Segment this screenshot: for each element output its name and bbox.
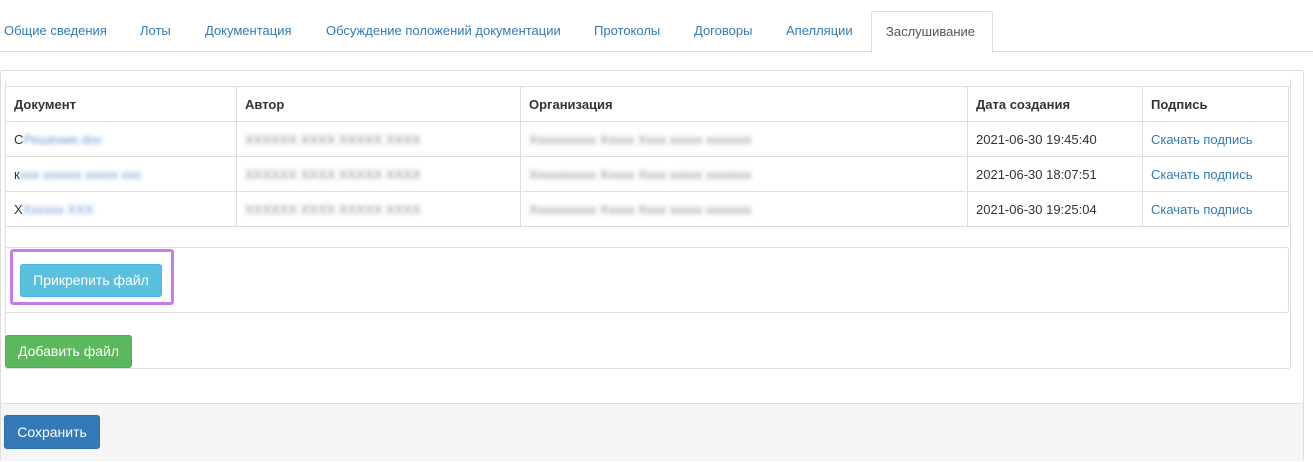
- document-first-char: к: [14, 166, 20, 182]
- document-link[interactable]: ххх хххххх ххххх ххх: [20, 167, 141, 182]
- table-header-row: Документ Автор Организация Дата создания…: [5, 86, 1289, 122]
- column-header-organization: Организация: [520, 86, 968, 122]
- document-cell[interactable]: ХХххххх ХХХ: [5, 191, 237, 227]
- author-name: ХХХХХХ ХХХХ ХХХХХ ХХХХ: [245, 201, 421, 217]
- panel-footer: Сохранить: [1, 403, 1303, 461]
- download-signature-link[interactable]: Скачать подпись: [1151, 132, 1253, 147]
- signature-cell: Скачать подпись: [1142, 156, 1289, 192]
- signature-cell: Скачать подпись: [1142, 191, 1289, 227]
- tab-lots[interactable]: Лоты: [126, 12, 185, 50]
- document-cell[interactable]: СРешение.doc: [5, 121, 237, 157]
- document-first-char: Х: [14, 201, 23, 217]
- tab-hearing[interactable]: Заслушивание: [871, 11, 993, 53]
- download-signature-link[interactable]: Скачать подпись: [1151, 167, 1253, 182]
- organization-name: Хххххххххх Ххххх Хххх ххххх ххххххх: [529, 201, 752, 217]
- author-cell: ХХХХХХ ХХХХ ХХХХХ ХХХХ: [236, 156, 521, 192]
- add-file-button[interactable]: Добавить файл: [5, 335, 132, 368]
- column-header-document: Документ: [5, 86, 237, 122]
- author-cell: ХХХХХХ ХХХХ ХХХХХ ХХХХ: [236, 121, 521, 157]
- created-date-cell: 2021-06-30 19:25:04: [967, 191, 1143, 227]
- organization-cell: Хххххххххх Ххххх Хххх ххххх ххххххх: [520, 121, 968, 157]
- tab-general[interactable]: Общие сведения: [0, 12, 121, 50]
- document-cell[interactable]: кххх хххххх ххххх ххх: [5, 156, 237, 192]
- signature-cell: Скачать подпись: [1142, 121, 1289, 157]
- author-name: ХХХХХХ ХХХХ ХХХХХ ХХХХ: [245, 131, 421, 147]
- author-cell: ХХХХХХ ХХХХ ХХХХХ ХХХХ: [236, 191, 521, 227]
- tab-protocols[interactable]: Протоколы: [580, 12, 674, 50]
- organization-cell: Хххххххххх Ххххх Хххх ххххх ххххххх: [520, 191, 968, 227]
- table-row: СРешение.doc ХХХХХХ ХХХХ ХХХХХ ХХХХ Хххх…: [5, 121, 1289, 157]
- tab-contracts[interactable]: Договоры: [680, 12, 766, 50]
- attach-file-box: [5, 247, 1289, 313]
- organization-name: Хххххххххх Ххххх Хххх ххххх ххххххх: [529, 131, 752, 147]
- author-name: ХХХХХХ ХХХХ ХХХХХ ХХХХ: [245, 166, 421, 182]
- tab-appeals[interactable]: Апелляции: [772, 12, 867, 50]
- column-header-signature: Подпись: [1142, 86, 1289, 122]
- hearing-panel: Документ Автор Организация Дата создания…: [0, 70, 1304, 461]
- document-link[interactable]: Хххххх ХХХ: [23, 202, 94, 217]
- table-row: ХХххххх ХХХ ХХХХХХ ХХХХ ХХХХХ ХХХХ Ххххх…: [5, 191, 1289, 227]
- organization-cell: Хххххххххх Ххххх Хххх ххххх ххххххх: [520, 156, 968, 192]
- created-date-cell: 2021-06-30 19:45:40: [967, 121, 1143, 157]
- attach-file-button[interactable]: Прикрепить файл: [20, 264, 162, 297]
- tab-documentation-discussion[interactable]: Обсуждение положений документации: [312, 12, 575, 50]
- organization-name: Хххххххххх Ххххх Хххх ххххх ххххххх: [529, 166, 752, 182]
- documents-table: Документ Автор Организация Дата создания…: [5, 86, 1289, 227]
- tab-bar: Общие сведения Лоты Документация Обсужде…: [0, 0, 1313, 53]
- document-link[interactable]: Решение.doc: [23, 132, 102, 147]
- table-row: кххх хххххх ххххх ххх ХХХХХХ ХХХХ ХХХХХ …: [5, 156, 1289, 192]
- document-first-char: С: [14, 131, 24, 147]
- created-date-cell: 2021-06-30 18:07:51: [967, 156, 1143, 192]
- download-signature-link[interactable]: Скачать подпись: [1151, 202, 1253, 217]
- tab-documentation[interactable]: Документация: [191, 12, 306, 50]
- save-button[interactable]: Сохранить: [4, 415, 100, 449]
- column-header-author: Автор: [236, 86, 521, 122]
- column-header-created-date: Дата создания: [967, 86, 1143, 122]
